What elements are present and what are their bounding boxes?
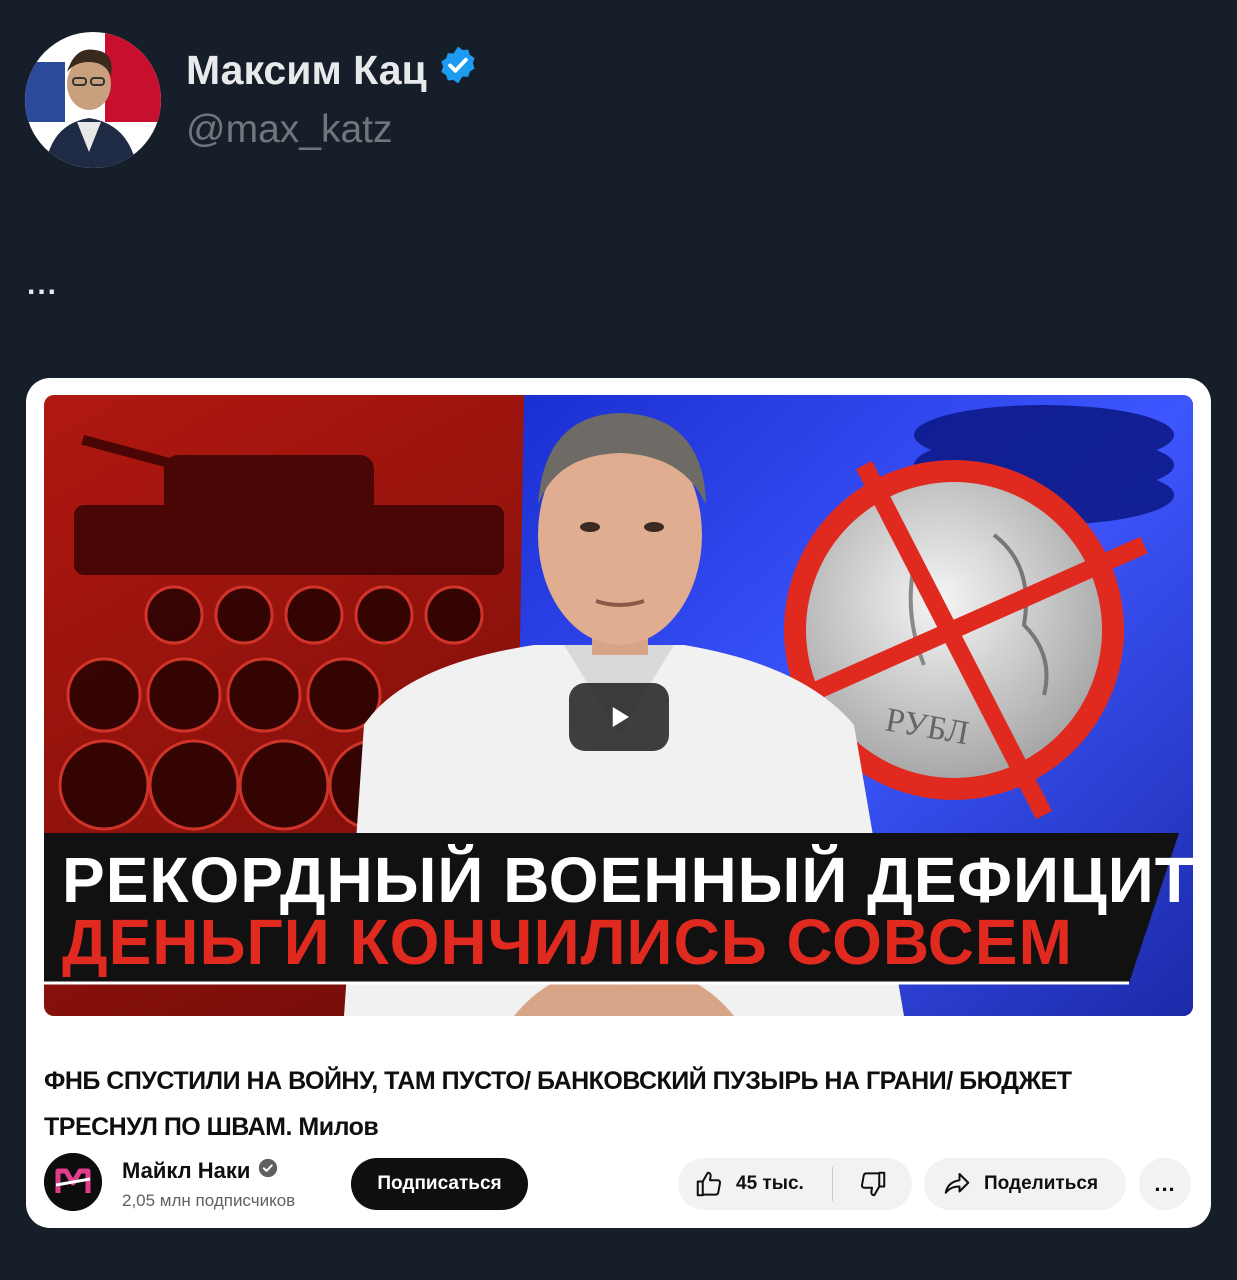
verified-badge-icon bbox=[437, 44, 479, 96]
dislike-button[interactable] bbox=[833, 1158, 912, 1210]
author-name-text: Максим Кац bbox=[186, 46, 427, 93]
more-options-button[interactable]: ... bbox=[1139, 1158, 1191, 1210]
channel-name-text: Майкл Наки bbox=[122, 1158, 251, 1183]
video-thumbnail[interactable]: РУБЛ РЕКОРДНЫЙ ВОЕННЫЙ ДЕФИЦИТ ДЕНЬГИ КО… bbox=[44, 395, 1193, 1016]
thumbnail-subheadline: ДЕНЬГИ КОНЧИЛИСЬ СОВСЕМ bbox=[62, 906, 1073, 978]
channel-verified-icon bbox=[258, 1158, 278, 1184]
thumbs-down-icon bbox=[860, 1171, 885, 1197]
author-name[interactable]: Максим Кац bbox=[186, 44, 479, 96]
like-count: 45 тыс. bbox=[736, 1173, 804, 1194]
channel-name[interactable]: Майкл Наки bbox=[122, 1158, 278, 1184]
play-button[interactable] bbox=[569, 683, 669, 751]
share-arrow-icon bbox=[944, 1173, 970, 1194]
like-button[interactable]: 45 тыс. bbox=[678, 1158, 832, 1210]
channel-subscriber-count: 2,05 млн подписчиков bbox=[122, 1191, 296, 1210]
share-label: Поделиться bbox=[984, 1173, 1099, 1194]
share-button[interactable]: Поделиться bbox=[924, 1158, 1126, 1210]
author-handle[interactable]: @max_katz bbox=[186, 108, 392, 152]
like-dislike-group: 45 тыс. bbox=[678, 1158, 912, 1210]
video-title[interactable]: ФНБ СПУСТИЛИ НА ВОЙНУ, ТАМ ПУСТО/ БАНКОВ… bbox=[44, 1058, 1164, 1150]
thumbs-up-icon bbox=[696, 1171, 722, 1197]
play-icon bbox=[612, 707, 629, 727]
subscribe-button[interactable]: Подписаться bbox=[351, 1158, 528, 1210]
post-text: ... bbox=[27, 268, 59, 301]
channel-avatar[interactable] bbox=[44, 1153, 102, 1211]
author-avatar[interactable] bbox=[25, 32, 161, 168]
video-embed-card[interactable]: РУБЛ РЕКОРДНЫЙ ВОЕННЫЙ ДЕФИЦИТ ДЕНЬГИ КО… bbox=[26, 378, 1211, 1228]
